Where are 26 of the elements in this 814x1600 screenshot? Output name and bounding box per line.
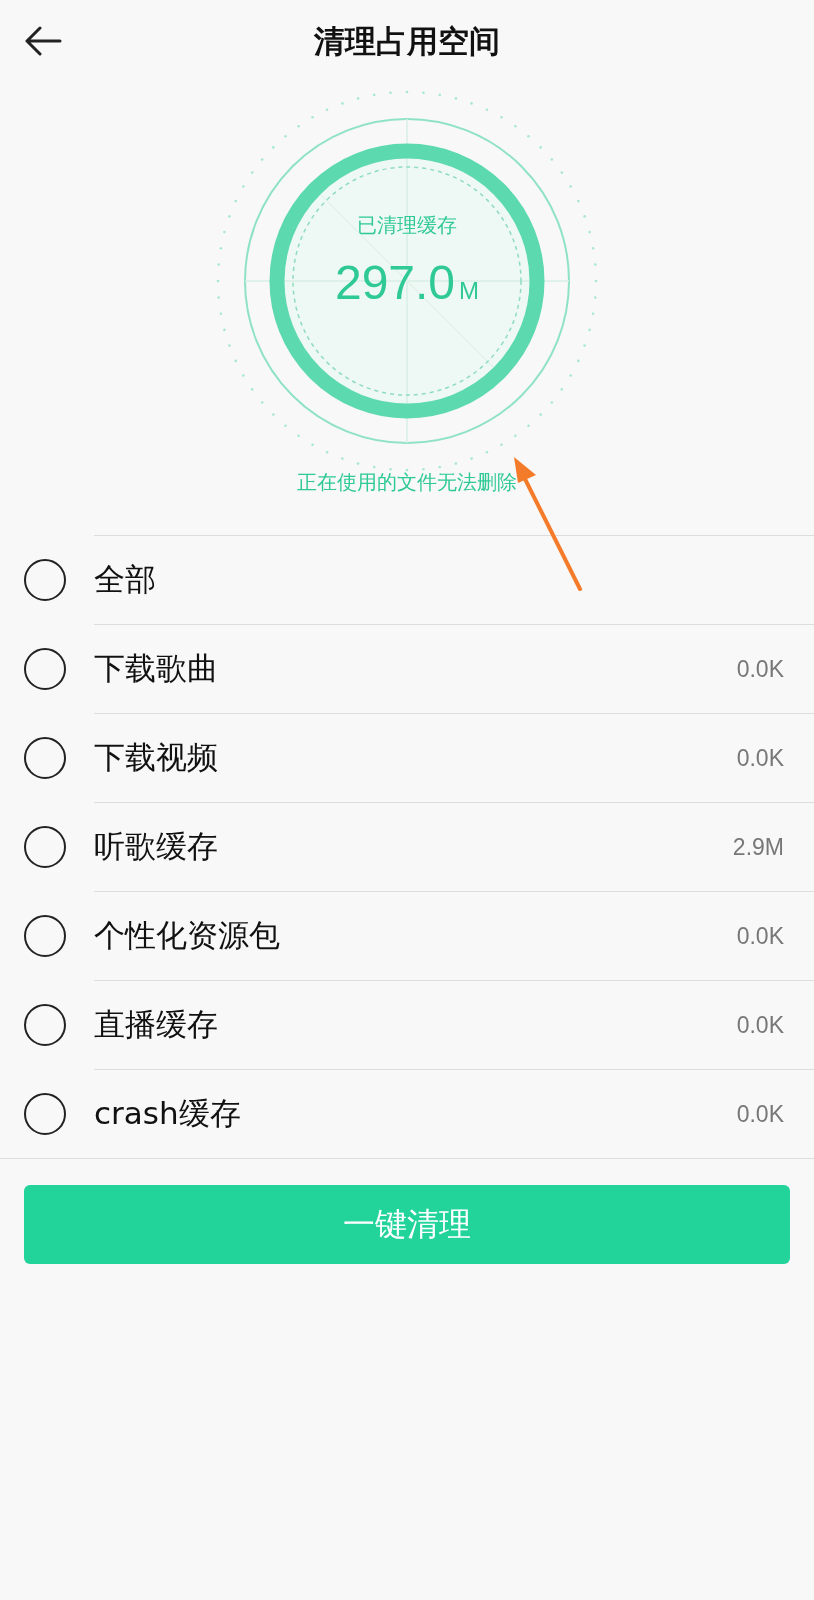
clean-button[interactable]: 一键清理 <box>24 1185 790 1264</box>
radio-button[interactable] <box>24 558 66 601</box>
item-size: 0.0K <box>736 655 784 683</box>
item-label: crash缓存 <box>94 1094 241 1133</box>
radio-button[interactable] <box>24 1003 66 1046</box>
item-label: 下载视频 <box>94 738 218 777</box>
radio-button[interactable] <box>24 825 66 868</box>
size-unit: M <box>459 277 480 305</box>
item-size: 0.0K <box>736 922 784 950</box>
cleared-size: 297.0 <box>334 255 456 310</box>
item-label: 直播缓存 <box>94 1005 218 1044</box>
item-size: 0.0K <box>736 1100 784 1128</box>
radio-button[interactable] <box>24 1092 66 1135</box>
page-title: 清理占用空间 <box>314 22 500 61</box>
item-size: 0.0K <box>736 744 784 772</box>
item-label: 全部 <box>94 560 156 599</box>
note-text: 正在使用的文件无法删除 <box>296 469 518 496</box>
item-label: 下载歌曲 <box>94 649 218 688</box>
radio-button[interactable] <box>24 736 66 779</box>
item-size: 0.0K <box>736 1011 784 1039</box>
item-label: 听歌缓存 <box>94 827 218 866</box>
gauge-label: 已清理缓存 <box>357 212 457 239</box>
item-label: 个性化资源包 <box>94 916 280 955</box>
radio-button[interactable] <box>24 647 66 690</box>
item-size: 2.9M <box>732 833 784 861</box>
radio-button[interactable] <box>24 914 66 957</box>
